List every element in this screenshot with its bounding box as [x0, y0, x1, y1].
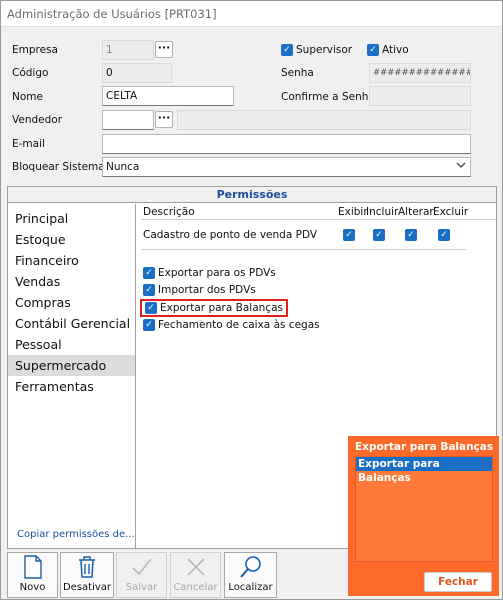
copy-permissions-link[interactable]: Copiar permissões de...	[17, 529, 135, 540]
vendedor-field[interactable]	[102, 110, 154, 130]
module-item-contabil-gerencial[interactable]: Contábil Gerencial	[8, 313, 135, 334]
vendedor-name-field	[177, 110, 471, 130]
excluir-checkbox[interactable]: ✓	[438, 229, 450, 241]
exportar-balancas-checkbox[interactable]: ✓ Exportar para Balanças	[140, 299, 288, 317]
module-item-financeiro[interactable]: Financeiro	[8, 250, 135, 271]
email-label: E-mail	[12, 138, 45, 150]
salvar-label: Salvar	[125, 582, 158, 593]
ativo-label: Ativo	[382, 44, 409, 56]
desativar-label: Desativar	[62, 582, 112, 593]
module-item-ferramentas[interactable]: Ferramentas	[8, 376, 135, 397]
module-item-vendas[interactable]: Vendas	[8, 271, 135, 292]
trash-icon	[61, 553, 113, 581]
exibir-checkbox[interactable]: ✓	[343, 229, 355, 241]
supervisor-label: Supervisor	[296, 44, 353, 56]
check-icon: ✓	[367, 44, 379, 56]
empresa-label: Empresa	[12, 44, 58, 56]
senha-label: Senha	[281, 67, 314, 79]
module-item-supermercado[interactable]: Supermercado	[8, 355, 135, 376]
check-icon: ✓	[281, 44, 293, 56]
supervisor-checkbox[interactable]: ✓ Supervisor	[281, 44, 352, 56]
popup-list: Exportar para Balanças	[355, 456, 493, 562]
module-item-pessoal[interactable]: Pessoal	[8, 334, 135, 355]
popup-title: Exportar para Balanças	[355, 441, 494, 453]
module-item-compras[interactable]: Compras	[8, 292, 135, 313]
empresa-lookup-button[interactable]: ···	[155, 41, 173, 58]
column-header-exibir: Exibir	[338, 206, 368, 218]
close-icon	[171, 553, 220, 581]
confirme-senha-field[interactable]	[369, 86, 471, 106]
empresa-field[interactable]: 1	[102, 40, 154, 60]
header-divider	[141, 219, 496, 220]
list-item[interactable]: Exportar para Balanças	[356, 457, 492, 484]
export-popup: Exportar para Balanças Exportar para Bal…	[348, 436, 499, 596]
incluir-checkbox[interactable]: ✓	[373, 229, 385, 241]
row-description: Cadastro de ponto de venda PDV	[143, 229, 318, 241]
new-document-icon	[8, 553, 57, 581]
nome-field[interactable]: CELTA	[102, 86, 234, 106]
exportar-pdvs-checkbox[interactable]: ✓ Exportar para os PDVs	[143, 267, 276, 279]
vendedor-label: Vendedor	[12, 114, 63, 126]
importar-pdvs-checkbox[interactable]: ✓ Importar dos PDVs	[143, 284, 256, 296]
bloquear-value: Nunca	[106, 161, 140, 173]
column-header-descricao: Descrição	[143, 206, 195, 218]
exportar-pdvs-label: Exportar para os PDVs	[158, 267, 276, 279]
localizar-button[interactable]: Localizar	[224, 552, 277, 598]
module-item-estoque[interactable]: Estoque	[8, 229, 135, 250]
permissions-title: Permissões	[8, 187, 496, 203]
fechamento-caixa-label: Fechamento de caixa às cegas	[158, 319, 320, 331]
cancelar-button[interactable]: Cancelar	[170, 552, 221, 598]
table-row: Cadastro de ponto de venda PDV ✓ ✓ ✓ ✓	[137, 226, 477, 244]
check-icon: ✓	[143, 267, 155, 279]
fechamento-caixa-checkbox[interactable]: ✓ Fechamento de caixa às cegas	[143, 319, 320, 331]
cancelar-label: Cancelar	[173, 582, 218, 593]
vendedor-lookup-button[interactable]: ···	[155, 111, 173, 128]
column-header-alterar: Alterar	[398, 206, 434, 218]
module-item-principal[interactable]: Principal	[8, 208, 135, 229]
importar-pdvs-label: Importar dos PDVs	[158, 284, 256, 296]
desativar-button[interactable]: Desativar	[60, 552, 114, 598]
check-icon: ✓	[145, 302, 157, 314]
codigo-label: Código	[12, 67, 49, 79]
alterar-checkbox[interactable]: ✓	[405, 229, 417, 241]
checkmark-icon	[117, 553, 166, 581]
ativo-checkbox[interactable]: ✓ Ativo	[367, 44, 409, 56]
exportar-balancas-label: Exportar para Balanças	[160, 302, 283, 314]
module-list: Principal Estoque Financeiro Vendas Comp…	[8, 204, 136, 548]
window-title: Administração de Usuários [PRT031]	[1, 1, 502, 27]
check-icon: ✓	[143, 284, 155, 296]
bloquear-select[interactable]: Nunca	[102, 157, 471, 177]
search-icon	[225, 553, 276, 581]
localizar-label: Localizar	[228, 582, 273, 593]
chevron-down-icon	[456, 159, 466, 174]
salvar-button[interactable]: Salvar	[116, 552, 167, 598]
row-divider	[141, 249, 466, 250]
column-header-incluir: Incluir	[366, 206, 399, 218]
novo-button[interactable]: Novo	[7, 552, 58, 598]
novo-label: Novo	[19, 582, 46, 593]
nome-label: Nome	[12, 91, 43, 103]
user-admin-window: Administração de Usuários [PRT031] Empre…	[0, 0, 503, 600]
email-field[interactable]	[102, 134, 471, 154]
bloquear-label: Bloquear Sistema	[12, 161, 105, 173]
fechar-button[interactable]: Fechar	[424, 572, 492, 592]
senha-field[interactable]: ################	[369, 63, 471, 83]
codigo-field[interactable]: 0	[102, 63, 172, 83]
confirme-senha-label: Confirme a Senha	[281, 91, 375, 103]
check-icon: ✓	[143, 319, 155, 331]
column-header-excluir: Excluir	[433, 206, 469, 218]
